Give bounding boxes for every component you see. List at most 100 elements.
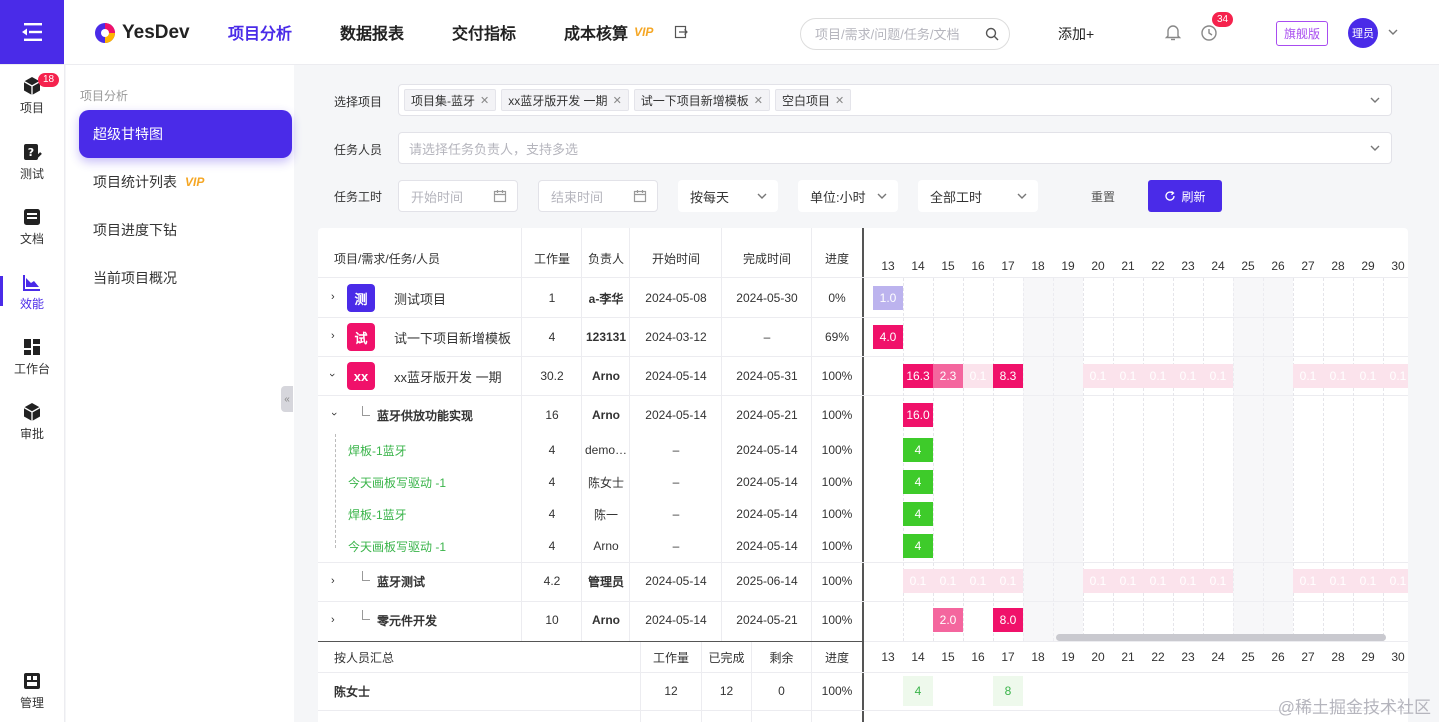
gantt-bar-faint[interactable]: 0.1 [903, 569, 933, 593]
row-start: 2024-05-14 [645, 408, 707, 422]
gantt-bar[interactable]: 4 [903, 534, 933, 558]
chevron-down-icon[interactable] [1369, 94, 1381, 106]
start-date-picker[interactable]: 开始时间 [398, 180, 518, 212]
gantt-bar-faint[interactable]: 0.1 [1143, 569, 1173, 593]
external-link-icon[interactable] [673, 24, 689, 40]
gantt-bar-faint[interactable]: 0.1 [993, 569, 1023, 593]
refresh-button[interactable]: 刷新 [1148, 180, 1222, 212]
nav-item-data-reports[interactable]: 数据报表 [340, 20, 404, 44]
rail-item-projects[interactable]: 项目 18 [0, 68, 64, 124]
reset-button[interactable]: 重置 [1079, 180, 1127, 212]
granularity-select[interactable]: 按每天 [678, 180, 778, 212]
row-name: xx蓝牙版开发 一期 [394, 369, 502, 385]
summary-day-label: 15 [941, 650, 955, 664]
row-end: 2025-06-14 [736, 574, 798, 588]
bell-icon[interactable] [1163, 22, 1183, 42]
rail-item-efficiency[interactable]: 效能 [0, 264, 64, 320]
collapse-sidebar-handle[interactable]: « [281, 386, 293, 412]
gantt-bar[interactable]: 2.3 [933, 364, 963, 388]
user-avatar[interactable]: 理员 [1348, 18, 1378, 48]
gantt-bar[interactable]: 8.3 [993, 364, 1023, 388]
rail-item-testing[interactable]: ? 测试 [0, 134, 64, 190]
unit-select[interactable]: 单位:小时 [798, 180, 898, 212]
end-date-picker[interactable]: 结束时间 [538, 180, 658, 212]
expand-chevron-icon[interactable]: › [331, 575, 335, 587]
gantt-bar-faint[interactable]: 0.1 [1353, 364, 1383, 388]
subnav-item-super-gantt[interactable]: 超级甘特图 [79, 110, 292, 158]
rail-item-docs[interactable]: 文档 [0, 199, 64, 255]
gantt-bar-faint[interactable]: 0.1 [1083, 364, 1113, 388]
gantt-bar[interactable]: 4.0 [873, 325, 903, 349]
task-name[interactable]: 今天画板写驱动 -1 [348, 531, 446, 561]
close-icon[interactable]: ✕ [754, 94, 763, 107]
gantt-bar-faint[interactable]: 0.1 [1203, 569, 1233, 593]
table-row[interactable]: 试 试一下项目新增模板 [347, 322, 511, 352]
collapse-chevron-icon[interactable]: › [328, 412, 340, 416]
project-avatar-icon: xx [347, 362, 375, 390]
menu-toggle-button[interactable] [0, 0, 64, 64]
gantt-bar-faint[interactable]: 0.1 [1173, 364, 1203, 388]
rail-item-workbench[interactable]: 工作台 [0, 329, 64, 385]
gantt-bar[interactable]: 4 [903, 502, 933, 526]
subnav-item-progress-drilldown[interactable]: 项目进度下钻 [79, 206, 292, 254]
task-name[interactable]: 焊板-1蓝牙 [348, 435, 407, 465]
row-name[interactable]: 零元件开发 [377, 605, 437, 635]
gantt-bar-faint[interactable]: 0.1 [1143, 364, 1173, 388]
table-row[interactable]: xx xx蓝牙版开发 一期 [347, 361, 502, 391]
gantt-bar-faint[interactable]: 0.1 [1353, 569, 1383, 593]
gantt-bar[interactable]: 4 [903, 470, 933, 494]
row-name[interactable]: 蓝牙测试 [377, 566, 425, 596]
subnav-item-project-overview[interactable]: 当前项目概况 [79, 254, 292, 302]
gantt-bar-faint[interactable]: 0.1 [1323, 364, 1353, 388]
gantt-bar[interactable]: 1.0 [873, 286, 903, 310]
gantt-bar-faint[interactable]: 0.1 [1323, 569, 1353, 593]
gantt-bar-faint[interactable]: 0.1 [1203, 364, 1233, 388]
gantt-bar-faint[interactable]: 0.1 [1293, 364, 1323, 388]
rail-item-management[interactable]: 管理 [0, 663, 64, 719]
gantt-bar-faint[interactable]: 0.1 [1383, 569, 1408, 593]
gantt-horizontal-scrollbar[interactable] [1056, 634, 1386, 641]
gantt-bar-faint[interactable]: 0.1 [1293, 569, 1323, 593]
gantt-bar[interactable]: 4 [903, 438, 933, 462]
row-name[interactable]: 蓝牙供放功能实现 [377, 400, 473, 430]
gantt-bar-faint[interactable]: 0.1 [1083, 569, 1113, 593]
gantt-bar-faint[interactable]: 0.1 [933, 569, 963, 593]
gantt-bar-faint[interactable]: 0.1 [963, 364, 993, 388]
close-icon[interactable]: ✕ [613, 94, 622, 107]
task-name[interactable]: 今天画板写驱动 -1 [348, 467, 446, 497]
nav-item-project-analysis[interactable]: 项目分析 [228, 20, 292, 44]
gantt-bar[interactable]: 16.3 [903, 364, 933, 388]
hours-type-select[interactable]: 全部工时 [918, 180, 1038, 212]
edition-badge[interactable]: 旗舰版 [1276, 21, 1329, 46]
close-icon[interactable]: ✕ [480, 94, 489, 107]
nav-item-cost-accounting[interactable]: 成本核算 VIP [564, 20, 689, 44]
expand-chevron-icon[interactable]: › [331, 614, 335, 626]
search-input[interactable] [815, 26, 985, 42]
summary-person-name[interactable]: 陈女士 [334, 676, 370, 706]
gantt-bar-faint[interactable]: 0.1 [1113, 364, 1143, 388]
subnav-item-project-stats[interactable]: 项目统计列表 VIP [79, 158, 292, 206]
gantt-bar[interactable]: 2.0 [933, 608, 963, 632]
nav-item-delivery-metrics[interactable]: 交付指标 [452, 20, 516, 44]
expand-chevron-icon[interactable]: › [331, 330, 335, 342]
project-select[interactable]: 项目集-蓝牙 ✕ xx蓝牙版开发 一期 ✕ 试一下项目新增模板 ✕ 空白项目 ✕ [398, 84, 1392, 116]
table-row[interactable]: 测 测试项目 [347, 283, 446, 313]
gantt-bar-faint[interactable]: 0.1 [963, 569, 993, 593]
expand-chevron-icon[interactable]: › [331, 291, 335, 303]
gantt-bar[interactable]: 16.0 [903, 403, 933, 427]
add-button[interactable]: 添加+ [1058, 24, 1094, 44]
gantt-bar-faint[interactable]: 0.1 [1173, 569, 1203, 593]
person-select[interactable]: 请选择任务负责人，支持多选 [398, 132, 1392, 164]
close-icon[interactable]: ✕ [835, 94, 844, 107]
task-name[interactable]: 焊板-1蓝牙 [348, 499, 407, 529]
gantt-bar-faint[interactable]: 0.1 [1383, 364, 1408, 388]
collapse-chevron-icon[interactable]: › [326, 373, 338, 377]
brand-logo[interactable]: YesDev [94, 22, 190, 44]
chevron-down-icon[interactable] [1369, 142, 1381, 154]
search-icon[interactable] [985, 27, 999, 41]
rail-item-approval[interactable]: 审批 [0, 394, 64, 450]
row-workload: 30.2 [540, 369, 564, 383]
chevron-down-icon[interactable] [1387, 26, 1399, 38]
gantt-bar-faint[interactable]: 0.1 [1113, 569, 1143, 593]
gantt-bar[interactable]: 8.0 [993, 608, 1023, 632]
